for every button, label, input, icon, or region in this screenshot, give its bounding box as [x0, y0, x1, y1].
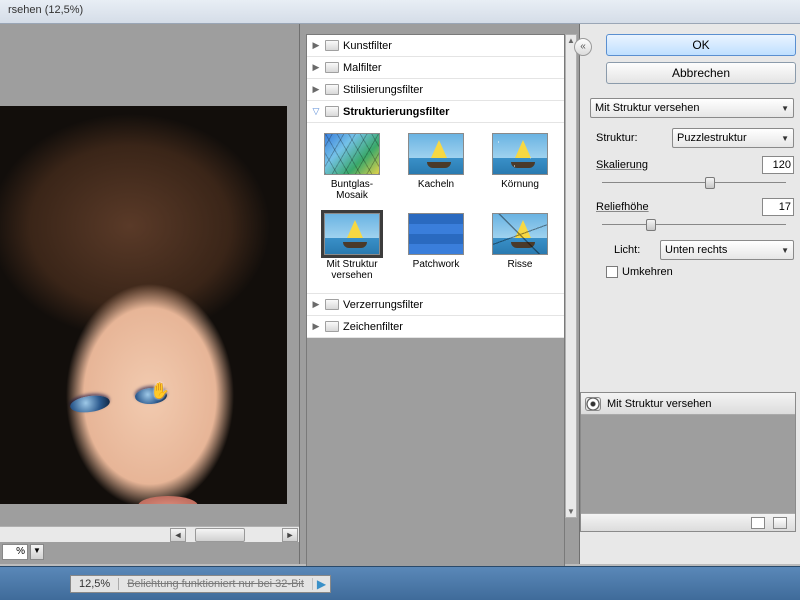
skalierung-label: Skalierung: [596, 159, 666, 171]
effect-layer-name: Mit Struktur versehen: [607, 398, 712, 410]
cancel-button[interactable]: Abbrechen: [606, 62, 796, 84]
umkehren-label: Umkehren: [622, 266, 673, 278]
collapse-settings-button[interactable]: «: [574, 38, 592, 56]
filter-buntglas-mosaik[interactable]: Buntglas-Mosaik: [319, 133, 385, 201]
effect-layers-panel: Mit Struktur versehen: [580, 392, 796, 532]
effect-layer-row[interactable]: Mit Struktur versehen: [581, 393, 795, 415]
window-title: rsehen (12,5%): [8, 4, 83, 16]
category-strukturierungsfilter[interactable]: ▽Strukturierungsfilter: [307, 101, 564, 123]
licht-combo[interactable]: Unten rechts ▼: [660, 240, 794, 260]
umkehren-checkbox[interactable]: Umkehren: [606, 266, 796, 278]
new-layer-icon[interactable]: [751, 517, 765, 529]
category-kunstfilter[interactable]: ▶Kunstfilter: [307, 35, 564, 57]
visibility-eye-icon[interactable]: [585, 397, 601, 411]
relief-slider[interactable]: [602, 218, 786, 232]
skalierung-input[interactable]: [762, 156, 794, 174]
licht-value: Unten rechts: [665, 244, 727, 256]
zoom-value-field[interactable]: %: [2, 544, 28, 560]
struktur-label: Struktur:: [596, 132, 666, 144]
preview-h-scrollbar[interactable]: ◄ ►: [0, 526, 299, 542]
category-stilisierungsfilter[interactable]: ▶Stilisierungsfilter: [307, 79, 564, 101]
filter-list-pane: ▶Kunstfilter ▶Malfilter ▶Stilisierungsfi…: [300, 24, 580, 564]
hand-cursor-icon: ✋: [150, 381, 170, 401]
checkbox-icon: [606, 266, 618, 278]
relief-label: Reliefhöhe: [596, 201, 666, 213]
category-verzerrungsfilter[interactable]: ▶Verzerrungsfilter: [307, 294, 564, 316]
scroll-thumb[interactable]: [195, 528, 245, 542]
settings-pane: « OK Abbrechen Mit Struktur versehen▼ St…: [580, 24, 800, 564]
play-icon[interactable]: ▶: [313, 577, 330, 591]
zoom-stepper[interactable]: ▼: [30, 544, 44, 560]
filter-tree: ▶Kunstfilter ▶Malfilter ▶Stilisierungsfi…: [306, 34, 565, 569]
chevron-down-icon: ▼: [781, 104, 789, 113]
filter-mit-struktur-versehen[interactable]: Mit Struktur versehen: [319, 213, 385, 281]
delete-layer-icon[interactable]: [773, 517, 787, 529]
scroll-left-button[interactable]: ◄: [170, 528, 186, 542]
ok-button[interactable]: OK: [606, 34, 796, 56]
licht-label: Licht:: [614, 244, 654, 256]
chevron-down-icon: ▼: [781, 134, 789, 143]
struktur-combo[interactable]: Puzzlestruktur ▼: [672, 128, 794, 148]
preview-pane: ✋ ◄ ► % ▼: [0, 24, 300, 564]
skalierung-slider[interactable]: [602, 176, 786, 190]
preview-image[interactable]: ✋: [0, 106, 287, 504]
chevron-down-icon: ▼: [781, 246, 789, 255]
filter-select-value: Mit Struktur versehen: [595, 102, 700, 114]
status-bar: 12,5% Belichtung funktioniert nur bei 32…: [0, 566, 800, 600]
filter-thumbnails: Buntglas-Mosaik Kacheln Körnung Mit Stru…: [307, 123, 564, 294]
filter-kacheln[interactable]: Kacheln: [403, 133, 469, 201]
filter-patchwork[interactable]: Patchwork: [403, 213, 469, 281]
filter-koernung[interactable]: Körnung: [487, 133, 553, 201]
relief-input[interactable]: [762, 198, 794, 216]
status-message: Belichtung funktioniert nur bei 32-Bit: [119, 578, 313, 590]
filter-risse[interactable]: Risse: [487, 213, 553, 281]
filter-select-combo[interactable]: Mit Struktur versehen ▼: [590, 98, 794, 118]
category-malfilter[interactable]: ▶Malfilter: [307, 57, 564, 79]
window-titlebar: rsehen (12,5%): [0, 0, 800, 24]
filter-v-scrollbar[interactable]: [565, 34, 577, 518]
struktur-value: Puzzlestruktur: [677, 132, 747, 144]
category-zeichenfilter[interactable]: ▶Zeichenfilter: [307, 316, 564, 338]
status-zoom: 12,5%: [71, 578, 119, 590]
scroll-right-button[interactable]: ►: [282, 528, 298, 542]
